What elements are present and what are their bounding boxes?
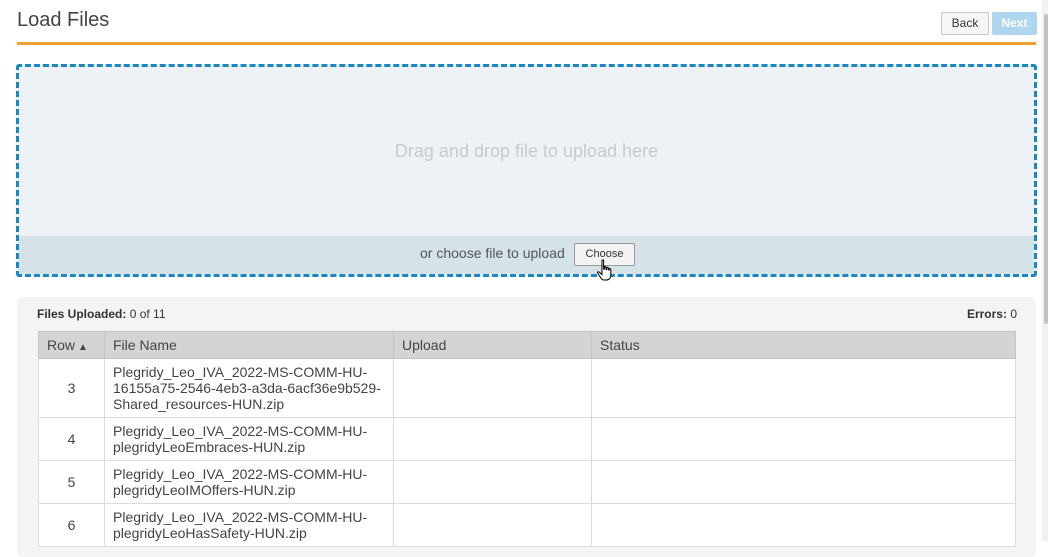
row-number: 3: [38, 358, 105, 418]
upload-results-panel: Files Uploaded: 0 of 11 Errors: 0 Row ▲ F…: [17, 297, 1036, 557]
errors-value: 0: [1010, 307, 1017, 321]
file-dropzone[interactable]: Drag and drop file to upload here or cho…: [16, 64, 1037, 277]
row-number: 6: [38, 503, 105, 547]
column-header-upload[interactable]: Upload: [393, 331, 592, 359]
column-header-file-name[interactable]: File Name: [104, 331, 394, 359]
file-name-line: Plegridy_Leo_IVA_2022-MS-COMM-HU-: [113, 509, 368, 525]
sort-ascending-icon: ▲: [78, 342, 88, 353]
file-name-line: plegridyLeoHasSafety-HUN.zip: [113, 525, 307, 541]
upload-cell: [393, 417, 592, 461]
upload-cell: [393, 503, 592, 547]
table-row: 3 Plegridy_Leo_IVA_2022-MS-COMM-HU- 1615…: [38, 358, 1016, 418]
status-cell: [591, 460, 1016, 504]
page-header: Load Files Back Next: [17, 0, 1037, 45]
table-row: 4 Plegridy_Leo_IVA_2022-MS-COMM-HU- pleg…: [38, 417, 1016, 461]
files-uploaded-summary: Files Uploaded: 0 of 11: [37, 307, 166, 321]
file-name-cell: Plegridy_Leo_IVA_2022-MS-COMM-HU- 16155a…: [104, 358, 394, 418]
table-header-row: Row ▲ File Name Upload Status: [38, 331, 1016, 359]
page-title: Load Files: [17, 9, 110, 31]
file-name-line: 16155a75-2546-4eb3-a3da-6acf36e9b529-: [113, 380, 381, 396]
file-name-line: plegridyLeoIMOffers-HUN.zip: [113, 482, 296, 498]
table-row: 5 Plegridy_Leo_IVA_2022-MS-COMM-HU- pleg…: [38, 460, 1016, 504]
status-cell: [591, 358, 1016, 418]
status-cell: [591, 417, 1016, 461]
files-uploaded-label: Files Uploaded:: [37, 307, 127, 321]
file-name-cell: Plegridy_Leo_IVA_2022-MS-COMM-HU- plegri…: [104, 503, 394, 547]
scrollbar-thumb[interactable]: [1044, 14, 1048, 324]
column-header-status[interactable]: Status: [591, 331, 1016, 359]
files-table: Row ▲ File Name Upload Status 3 Plegridy_…: [38, 331, 1016, 547]
row-number: 5: [38, 460, 105, 504]
errors-summary: Errors: 0: [967, 307, 1017, 321]
upload-cell: [393, 460, 592, 504]
page-scrollbar[interactable]: [1042, 0, 1048, 541]
status-cell: [591, 503, 1016, 547]
file-name-line: Plegridy_Leo_IVA_2022-MS-COMM-HU-: [113, 364, 368, 380]
back-button[interactable]: Back: [941, 12, 989, 35]
file-name-line: Plegridy_Leo_IVA_2022-MS-COMM-HU-: [113, 466, 368, 482]
dropzone-instructions: Drag and drop file to upload here: [394, 141, 659, 161]
choose-file-bar: or choose file to upload Choose: [19, 236, 1034, 274]
errors-label: Errors:: [966, 307, 1007, 321]
file-name-line: plegridyLeoEmbraces-HUN.zip: [113, 439, 306, 455]
column-header-row[interactable]: Row ▲: [38, 331, 105, 359]
files-uploaded-value: 0 of 11: [129, 307, 166, 321]
row-number: 4: [38, 417, 105, 461]
file-name-line: Shared_resources-HUN.zip: [113, 396, 285, 412]
table-row: 6 Plegridy_Leo_IVA_2022-MS-COMM-HU- pleg…: [38, 503, 1016, 547]
hand-pointer-icon: [596, 259, 612, 281]
next-button[interactable]: Next: [992, 12, 1037, 35]
file-name-line: Plegridy_Leo_IVA_2022-MS-COMM-HU-: [113, 423, 368, 439]
file-name-cell: Plegridy_Leo_IVA_2022-MS-COMM-HU- plegri…: [104, 417, 394, 461]
choose-file-text: or choose file to upload: [420, 245, 565, 261]
upload-cell: [393, 358, 592, 418]
file-name-cell: Plegridy_Leo_IVA_2022-MS-COMM-HU- plegri…: [104, 460, 394, 504]
